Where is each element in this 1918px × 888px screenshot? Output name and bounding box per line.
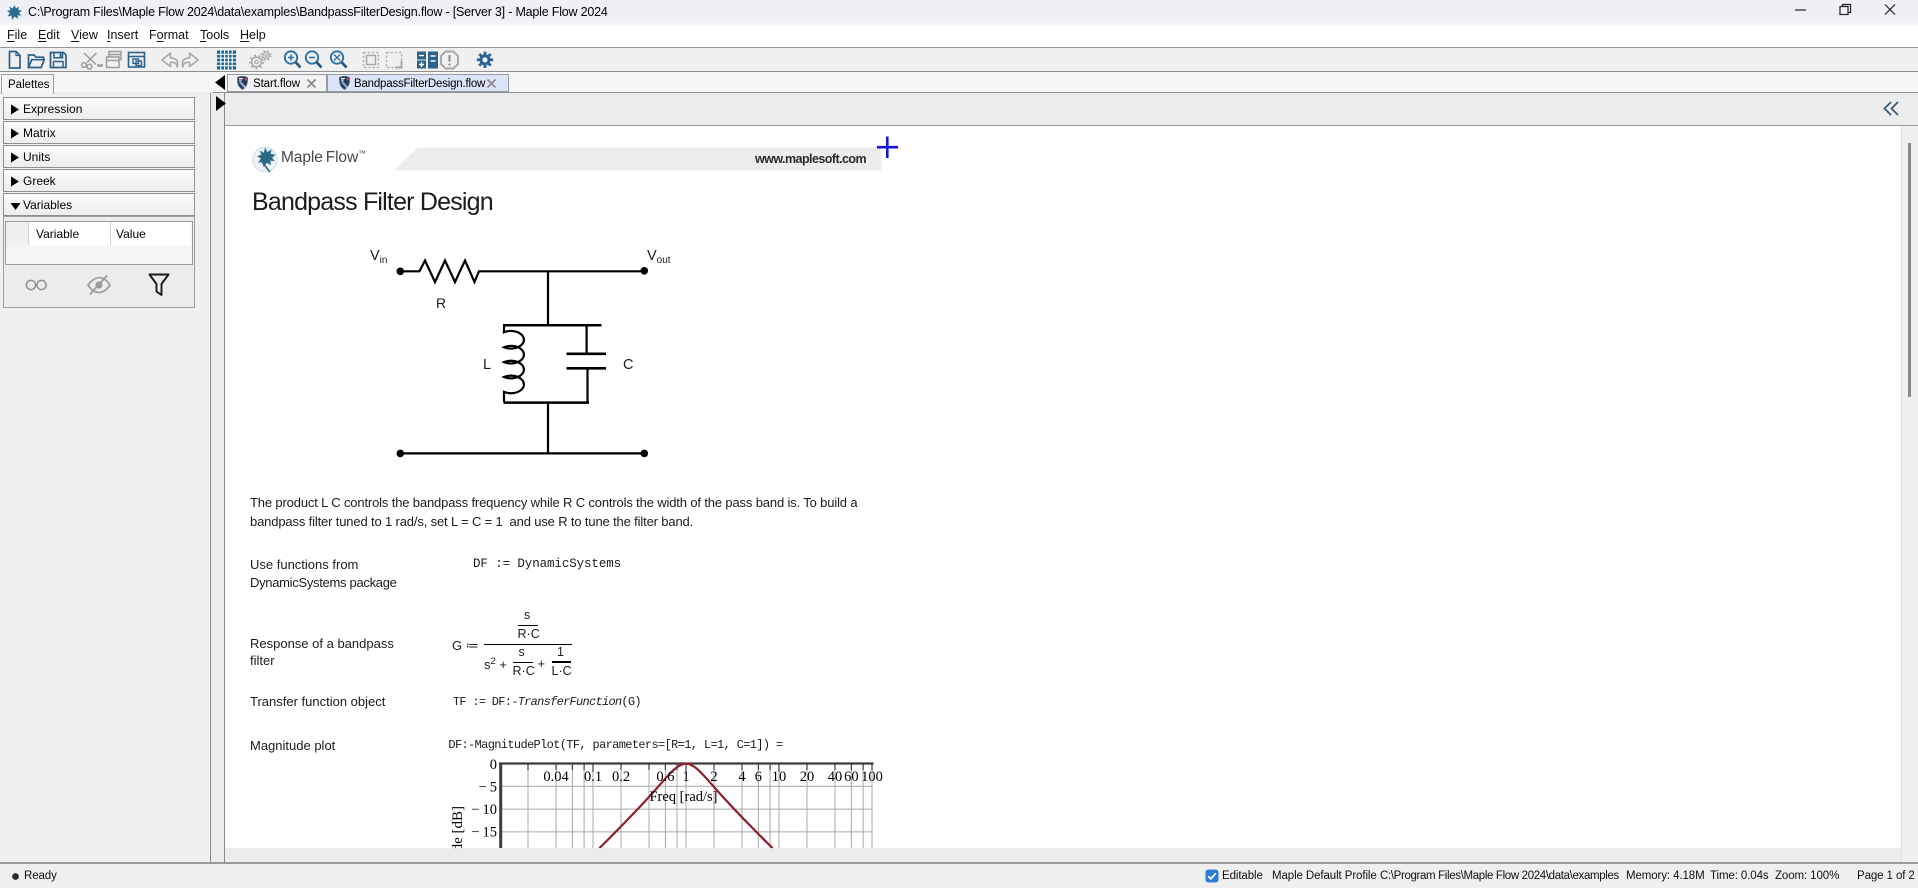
svg-text:60: 60 (844, 769, 859, 785)
svg-text:40: 40 (828, 769, 843, 785)
svg-text:0.2: 0.2 (612, 769, 630, 785)
svg-text:0: 0 (490, 757, 497, 773)
svg-text:0.1: 0.1 (584, 769, 602, 785)
svg-text:− 15: − 15 (471, 825, 497, 841)
svg-text:100: 100 (861, 769, 883, 785)
svg-text:10: 10 (772, 769, 787, 785)
svg-text:1: 1 (682, 769, 689, 785)
svg-text:6: 6 (755, 769, 762, 785)
svg-text:20: 20 (800, 769, 815, 785)
svg-text:4: 4 (738, 769, 746, 785)
svg-text:− 10: − 10 (471, 802, 497, 818)
svg-text:Freq [rad/s]: Freq [rad/s] (649, 789, 717, 805)
svg-text:− 5: − 5 (479, 780, 497, 796)
svg-text:2: 2 (710, 769, 717, 785)
svg-text:0.04: 0.04 (543, 769, 569, 785)
svg-text:0.6: 0.6 (656, 769, 674, 785)
